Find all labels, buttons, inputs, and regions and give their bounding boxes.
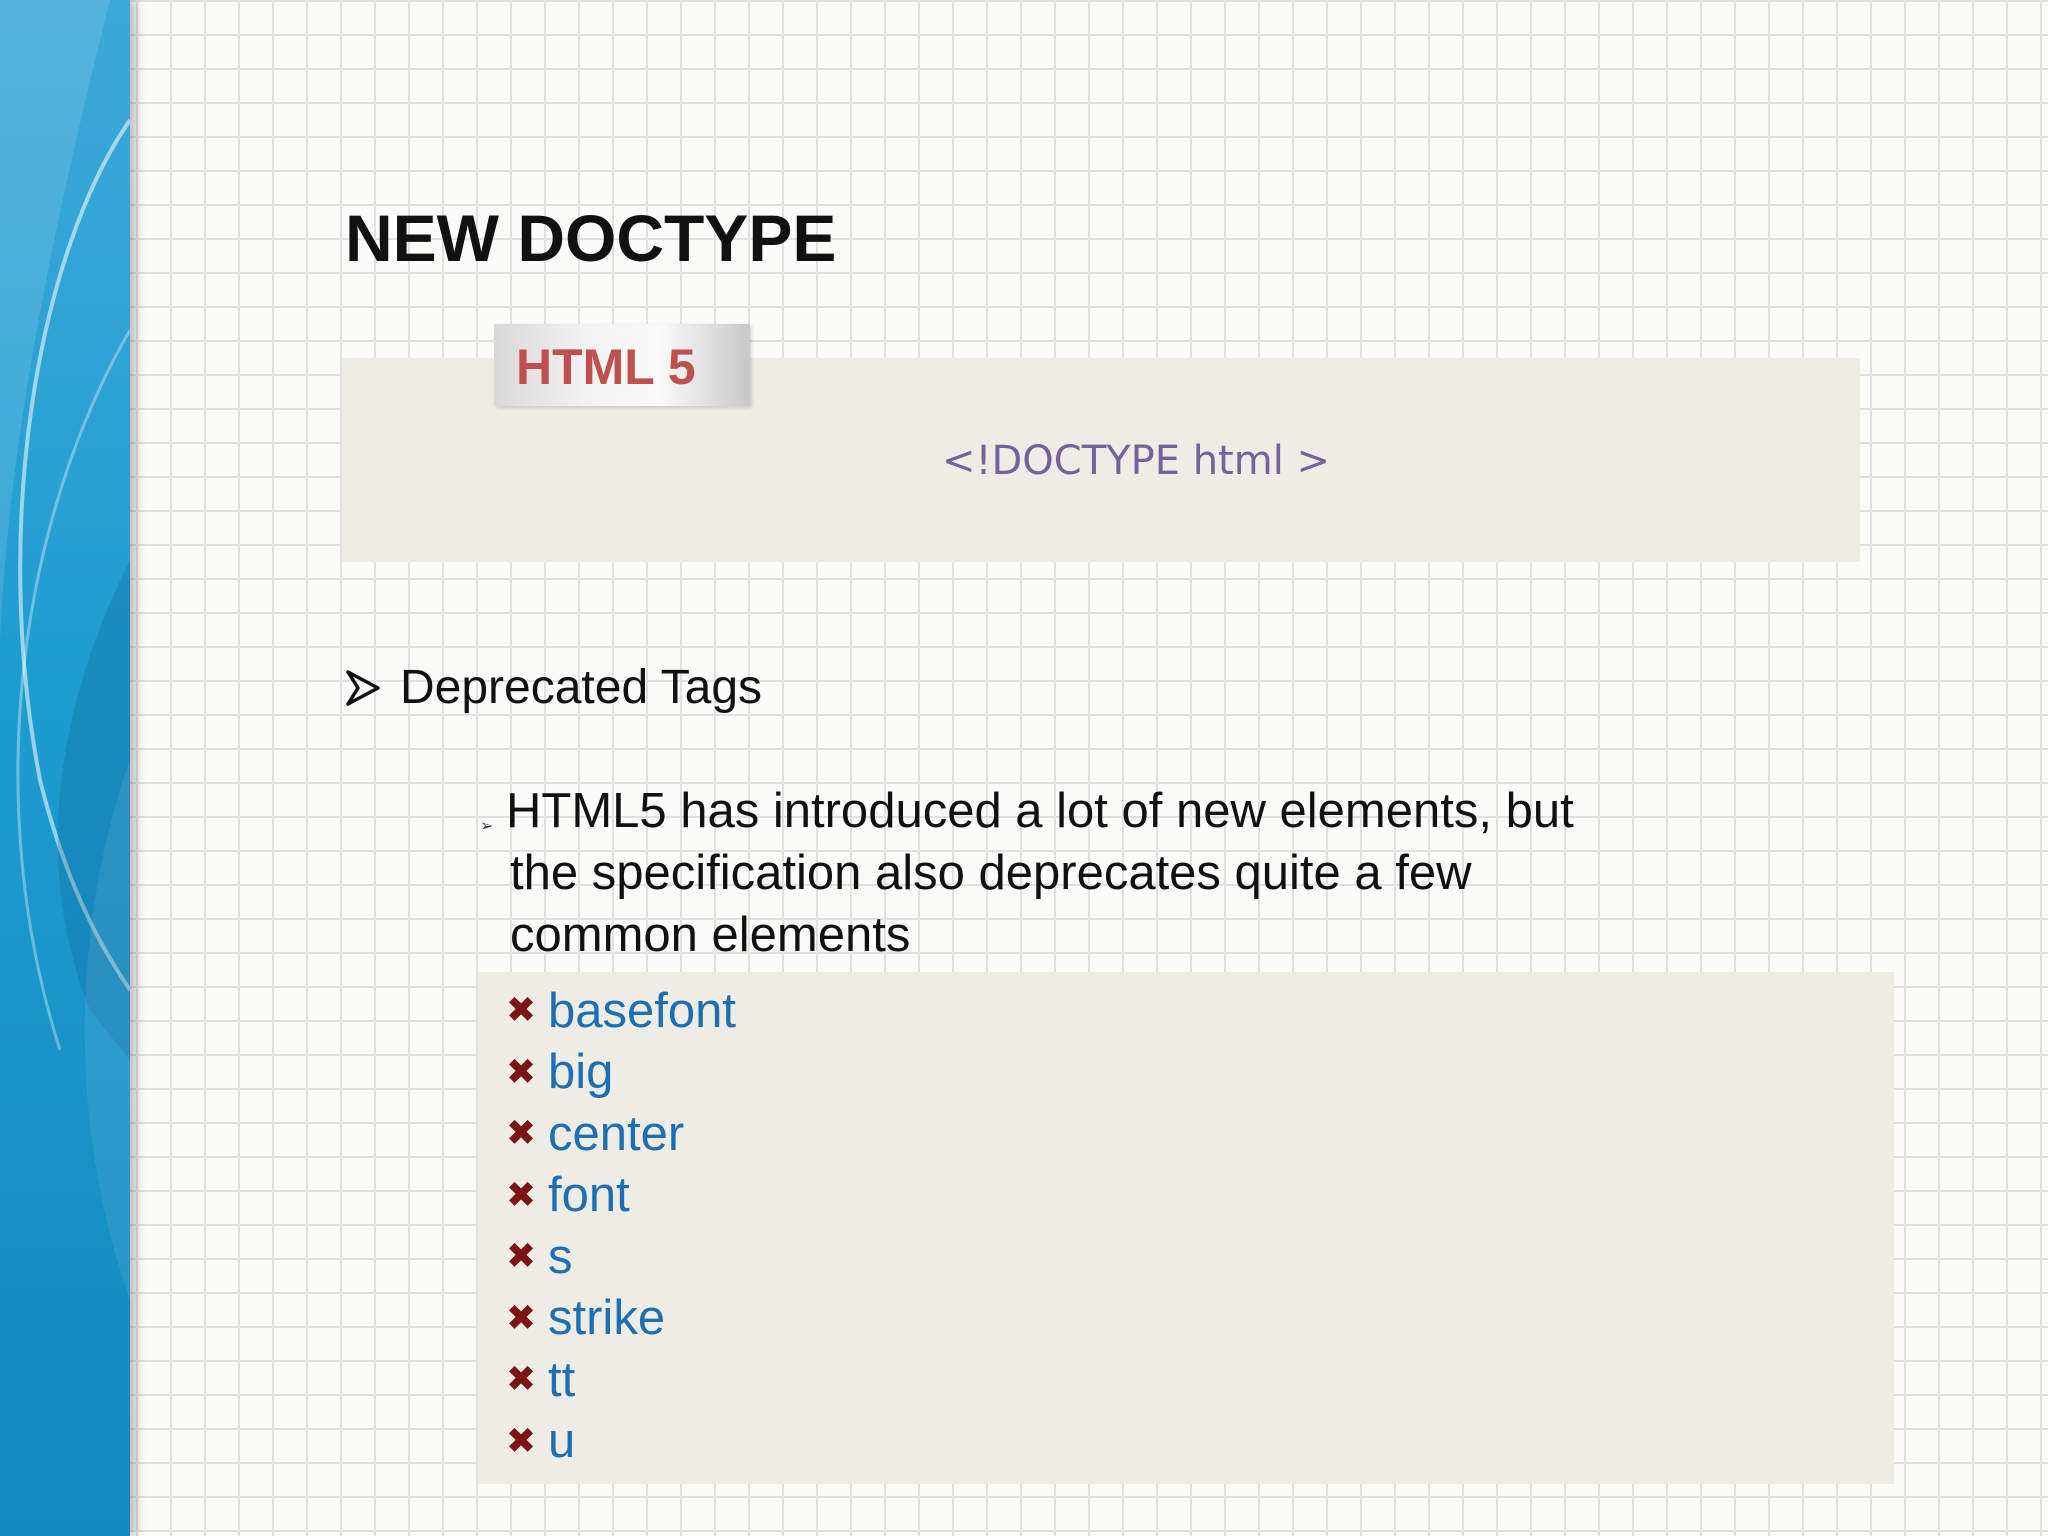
deprecated-tags-box: ✖ basefont ✖ big ✖ center ✖ font ✖ s ✖ strike … [478, 972, 1894, 1484]
list-item: ✖ basefont [506, 980, 1894, 1042]
deprecated-tags-bullet: Deprecated Tags [346, 660, 762, 715]
tag-label: tt [548, 1352, 576, 1407]
tag-label: big [548, 1045, 614, 1100]
list-item: ✖ font [506, 1165, 1894, 1227]
html5-label-text: HTML 5 [516, 339, 696, 395]
x-mark-icon: ✖ [506, 1297, 537, 1339]
x-mark-icon: ✖ [506, 1051, 537, 1093]
description-text: HTML5 has introduced a lot of new elemen… [506, 784, 1574, 962]
deprecated-tags-heading: Deprecated Tags [400, 661, 763, 714]
tag-label: font [548, 1168, 630, 1223]
list-item: ✖ tt [506, 1349, 1894, 1411]
list-item: ✖ strike [506, 1288, 1894, 1350]
small-arrow-bullet-icon: ➢ [480, 818, 494, 835]
x-mark-icon: ✖ [506, 1113, 537, 1155]
html5-label-tab: HTML 5 [494, 324, 750, 406]
decorative-side-band [0, 0, 130, 1536]
x-mark-icon: ✖ [506, 1420, 537, 1462]
slide-title: NEW DOCTYPE [345, 201, 837, 275]
tag-label: u [548, 1414, 576, 1469]
tag-label: s [548, 1229, 573, 1284]
list-item: ✖ u [506, 1411, 1894, 1473]
deprecated-tags-list: ✖ basefont ✖ big ✖ center ✖ font ✖ s ✖ strike … [478, 972, 1894, 1472]
x-mark-icon: ✖ [506, 1174, 537, 1216]
tag-label: center [548, 1106, 685, 1161]
tag-label: basefont [548, 983, 736, 1038]
doctype-code-text: <!DOCTYPE html > [941, 438, 1331, 484]
list-item: ✖ s [506, 1226, 1894, 1288]
x-mark-icon: ✖ [506, 990, 537, 1032]
list-item: ✖ center [506, 1103, 1894, 1165]
description-paragraph: ➢ HTML5 has introduced a lot of new elem… [480, 780, 1600, 966]
x-mark-icon: ✖ [506, 1236, 537, 1278]
list-item: ✖ big [506, 1042, 1894, 1104]
x-mark-icon: ✖ [506, 1359, 537, 1401]
wave-decoration-icon [0, 0, 130, 1300]
tag-label: strike [548, 1291, 666, 1346]
arrow-bullet-icon [346, 669, 380, 706]
